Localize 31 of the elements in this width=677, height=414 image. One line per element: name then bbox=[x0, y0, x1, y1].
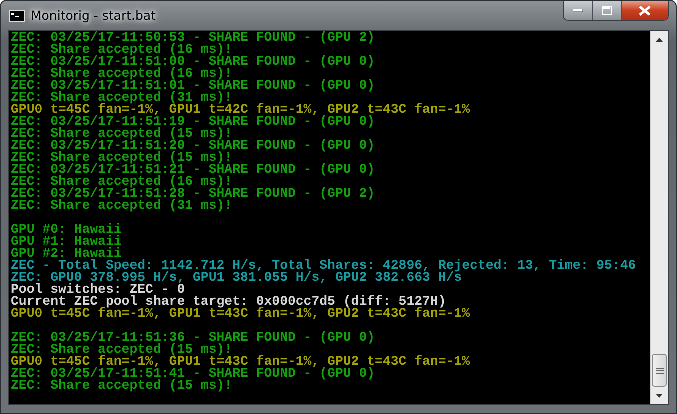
console-line: GPU #0: Hawaii bbox=[11, 222, 122, 237]
up-arrow-icon bbox=[656, 38, 663, 42]
scroll-thumb[interactable] bbox=[652, 354, 667, 387]
console-line: ZEC: Share accepted (15 ms)! bbox=[11, 378, 233, 393]
maximize-icon bbox=[602, 6, 612, 15]
console-line: ZEC: 03/25/17-11:51:19 - SHARE FOUND - (GPU 0) bbox=[11, 114, 376, 129]
console-line: ZEC: Share accepted (15 ms)! bbox=[11, 126, 233, 141]
console-line: ZEC: 03/25/17-11:50:53 - SHARE FOUND - (GPU 2) bbox=[11, 31, 376, 45]
console-line: ZEC: Share accepted (31 ms)! bbox=[11, 198, 233, 213]
console-line: ZEC: Share accepted (15 ms)! bbox=[11, 342, 233, 357]
close-button[interactable] bbox=[622, 1, 668, 20]
minimize-button[interactable] bbox=[564, 1, 593, 20]
console-line: ZEC: 03/25/17-11:51:36 - SHARE FOUND - (GPU 0) bbox=[11, 330, 376, 345]
console-line: ZEC - Total Speed: 1142.712 H/s, Total Shares: 42896, Rejected: 13, Time: 95:46 bbox=[11, 258, 636, 273]
console-line: ZEC: 03/25/17-11:51:41 - SHARE FOUND - (GPU 0) bbox=[11, 366, 376, 381]
window-title: Monitorig - start.bat bbox=[31, 8, 156, 23]
maximize-button[interactable] bbox=[593, 1, 622, 20]
console-line: ZEC: Share accepted (16 ms)! bbox=[11, 42, 233, 57]
console-line: ZEC: Share accepted (16 ms)! bbox=[11, 66, 233, 81]
console-icon bbox=[9, 10, 25, 22]
down-arrow-icon bbox=[656, 394, 663, 398]
scrollbar[interactable] bbox=[650, 31, 668, 404]
grip-icon bbox=[656, 366, 664, 374]
close-icon bbox=[639, 6, 651, 16]
console-line: ZEC: Share accepted (31 ms)! bbox=[11, 90, 233, 105]
console-line: ZEC: Share accepted (15 ms)! bbox=[11, 150, 233, 165]
minimize-icon bbox=[573, 8, 583, 12]
console-line: Pool switches: ZEC - 0 bbox=[11, 282, 186, 297]
console-line: GPU #1: Hawaii bbox=[11, 234, 122, 249]
console-line: GPU #2: Hawaii bbox=[11, 246, 122, 261]
console-line: ZEC: Share accepted (16 ms)! bbox=[11, 174, 233, 189]
